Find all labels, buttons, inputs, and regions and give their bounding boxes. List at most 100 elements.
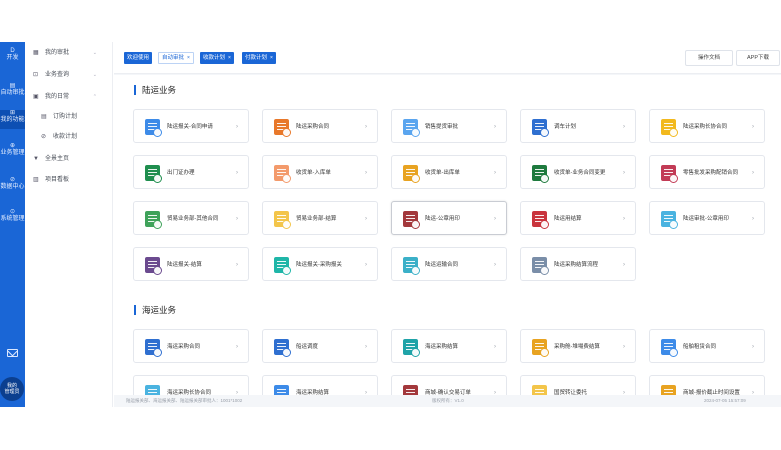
- data-icon: ⊘: [9, 177, 16, 183]
- chevron-right-icon: ›: [236, 262, 238, 268]
- app-download-button[interactable]: APP下载: [736, 50, 780, 66]
- menu-item-collection-plan[interactable]: ⊘ 收款计划: [25, 130, 113, 144]
- chevron-right-icon: ›: [752, 170, 754, 176]
- chevron-right-icon: ›: [365, 390, 367, 395]
- operation-doc-button[interactable]: 操作文档: [685, 50, 733, 66]
- chevron-right-icon: ›: [236, 170, 238, 176]
- tab-welcome[interactable]: 欢迎使用: [124, 52, 153, 64]
- chevron-right-icon: ›: [623, 262, 625, 268]
- rail-item-my-functions[interactable]: ⊞ 我的功能: [0, 110, 25, 129]
- document-icon: [661, 339, 678, 357]
- feature-card[interactable]: 海运采购结算 ›: [262, 375, 378, 395]
- feature-card[interactable]: 商城-报价截止时间设置 ›: [649, 375, 765, 395]
- feature-card[interactable]: 贸易业务部-其他合同 ›: [133, 201, 249, 235]
- feature-card[interactable]: 收货单-出库单 ›: [391, 155, 507, 189]
- tab-auto-approval[interactable]: 自动审批 ×: [158, 52, 194, 64]
- tab-payment-plan[interactable]: 付款计划 ×: [242, 52, 276, 64]
- menu-item-order-plan[interactable]: ▤ 订购计划: [25, 110, 113, 124]
- feature-card-label: 收货单-业务合同变更: [554, 170, 606, 176]
- rail-item-auto-approval[interactable]: ▤ 自动审批: [0, 83, 25, 97]
- chevron-right-icon: ›: [494, 344, 496, 350]
- document-icon: [403, 211, 420, 229]
- secondary-menu: ▦ 我的审批 ⌄ ⊡ 业务查询 ⌄ ▣ 我的日常 ⌃ ▤ 订购计划 ⊘ 收款计划…: [25, 42, 136, 407]
- feature-card[interactable]: 陆运采购合同 ›: [262, 109, 378, 143]
- chevron-right-icon: ›: [752, 390, 754, 395]
- feature-card[interactable]: 陆运-公章用印 ›: [391, 201, 507, 235]
- main-area: 欢迎使用 自动审批 × 收款计划 × 付款计划 × 操作文档 APP下载 陆运业务 陆…: [114, 42, 781, 407]
- feature-card-label: 贸易业务部-其他合同: [167, 216, 219, 222]
- document-icon: ▤: [41, 114, 47, 120]
- menu-item-business-query[interactable]: ⊡ 业务查询 ⌄: [25, 68, 113, 82]
- funnel-icon: ▼: [33, 156, 39, 162]
- chevron-right-icon: ›: [623, 170, 625, 176]
- rail-item-label: 我的功能: [0, 117, 25, 123]
- footer-left: 陆运报关部、海运报关部、陆运报关部审批人：1001*1002: [126, 398, 243, 403]
- tab-collection-plan[interactable]: 收款计划 ×: [200, 52, 234, 64]
- rail-item-system[interactable]: ⊙ 系统管理: [0, 209, 25, 223]
- feature-card[interactable]: 陆运报关-采购报关 ›: [262, 247, 378, 281]
- feature-card[interactable]: 陆运用结算 ›: [520, 201, 636, 235]
- collection-icon: ⊘: [41, 134, 47, 140]
- feature-card[interactable]: 销售提货审批 ›: [391, 109, 507, 143]
- rail-item-label: 自动审批: [0, 90, 25, 96]
- chevron-right-icon: ›: [365, 124, 367, 130]
- feature-card[interactable]: 国贸转让委托 ›: [520, 375, 636, 395]
- chevron-right-icon: ›: [494, 170, 496, 176]
- tab-bar: 欢迎使用 自动审批 × 收款计划 × 付款计划 × 操作文档 APP下载: [114, 42, 781, 74]
- feature-card[interactable]: 陆运审批-公章用印 ›: [649, 201, 765, 235]
- menu-item-my-daily[interactable]: ▣ 我的日常 ⌃: [25, 90, 113, 104]
- feature-card[interactable]: 贸易业务部-结算 ›: [262, 201, 378, 235]
- feature-card[interactable]: 收货单-入库单 ›: [262, 155, 378, 189]
- feature-card[interactable]: 采购舱-堆場费结算 ›: [520, 329, 636, 363]
- query-icon: ⊡: [33, 72, 39, 78]
- rail-item-label: 业务管理: [0, 150, 25, 156]
- close-icon[interactable]: ×: [270, 55, 273, 61]
- document-icon: [532, 257, 549, 275]
- feature-card[interactable]: 陆运运输合同 ›: [391, 247, 507, 281]
- feature-card[interactable]: 陆运报关-合同申请 ›: [133, 109, 249, 143]
- mail-icon[interactable]: [7, 349, 18, 357]
- feature-card[interactable]: 出门证办理 ›: [133, 155, 249, 189]
- feature-card[interactable]: 船舶租赁合同 ›: [649, 329, 765, 363]
- rail-item-business[interactable]: ⊕ 业务管理: [0, 143, 25, 157]
- feature-card-label: 销售提货审批: [425, 124, 459, 130]
- chevron-right-icon: ›: [236, 344, 238, 350]
- close-icon[interactable]: ×: [228, 55, 231, 61]
- menu-item-label: 我的审批: [45, 50, 70, 56]
- section-title-land: 陆运业务: [134, 85, 176, 95]
- feature-card-label: 陆运报关-结算: [167, 262, 202, 268]
- menu-item-project-board[interactable]: ▥ 项目看板: [25, 173, 113, 187]
- feature-card[interactable]: 船运调度 ›: [262, 329, 378, 363]
- feature-card-label: 陆运用结算: [554, 216, 582, 222]
- menu-item-panorama-home[interactable]: ▼ 全景主页: [25, 152, 113, 166]
- document-icon: [403, 339, 420, 357]
- chevron-right-icon: ›: [623, 390, 625, 395]
- feature-card-label: 海运采购长协合同: [167, 390, 212, 395]
- rail-item-label: 系统管理: [0, 216, 25, 222]
- document-icon: [145, 257, 162, 275]
- feature-card[interactable]: 陆运报关-结算 ›: [133, 247, 249, 281]
- chevron-down-icon: ⌄: [92, 50, 97, 56]
- avatar[interactable]: 我的 管理员: [0, 377, 24, 401]
- feature-card[interactable]: 调车计划 ›: [520, 109, 636, 143]
- chevron-right-icon: ›: [752, 344, 754, 350]
- feature-card-label: 收货单-出库单: [425, 170, 460, 176]
- content-panel: 陆运业务 陆运报关-合同申请 › 陆运采购合同 › 销售提货审批 › 调车计划 › 陆运采购长协…: [114, 75, 781, 395]
- feature-card-label: 船运调度: [296, 344, 319, 350]
- feature-card[interactable]: 海运采购结算 ›: [391, 329, 507, 363]
- feature-card[interactable]: 海运采购长协合同 ›: [133, 375, 249, 395]
- chevron-right-icon: ›: [365, 216, 367, 222]
- feature-card[interactable]: 陆运采购结算流程 ›: [520, 247, 636, 281]
- menu-item-my-approval[interactable]: ▦ 我的审批 ⌄: [25, 46, 113, 60]
- rail-item-dev[interactable]: D 开发: [0, 48, 25, 62]
- feature-card[interactable]: 商城-确认交易订单 ›: [391, 375, 507, 395]
- feature-card[interactable]: 零售批发采购配销合同 ›: [649, 155, 765, 189]
- feature-card-label: 陆运报关-采购报关: [296, 262, 342, 268]
- feature-card[interactable]: 海运采购合同 ›: [133, 329, 249, 363]
- close-icon[interactable]: ×: [187, 55, 190, 61]
- feature-card[interactable]: 陆运采购长协合同 ›: [649, 109, 765, 143]
- feature-card[interactable]: 收货单-业务合同变更 ›: [520, 155, 636, 189]
- document-icon: [274, 257, 291, 275]
- feature-card-label: 陆运采购结算流程: [554, 262, 599, 268]
- rail-item-data-center[interactable]: ⊘ 数据中心: [0, 177, 25, 191]
